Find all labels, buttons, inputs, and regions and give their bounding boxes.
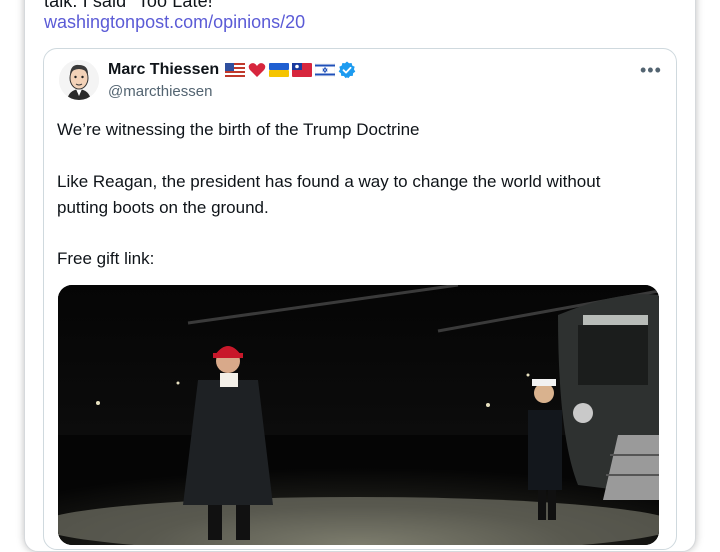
ukraine-flag-icon — [269, 63, 289, 77]
tweet-line-1: We’re witnessing the birth of the Trump … — [57, 120, 420, 139]
us-flag-icon — [225, 63, 245, 77]
red-heart-icon — [248, 63, 266, 77]
tweet-line-4: Free gift link: — [57, 249, 155, 268]
tweet-line-3: putting boots on the ground. — [57, 198, 269, 217]
author-name[interactable]: Marc Thiessen — [108, 61, 219, 79]
israel-flag-icon — [315, 63, 335, 77]
avatar-caricature-icon — [59, 60, 99, 100]
avatar[interactable] — [59, 60, 99, 100]
more-options-icon[interactable]: ••• — [640, 60, 662, 81]
tweet-media-image[interactable] — [58, 285, 659, 545]
photo-night-helicopter — [58, 285, 659, 545]
tweet-line-2: Like Reagan, the president has found a w… — [57, 172, 601, 191]
name-emoji-row — [225, 61, 356, 79]
verified-badge-icon — [338, 61, 356, 79]
article-link[interactable]: washingtonpost.com/opinions/20 — [44, 12, 305, 33]
taiwan-flag-icon — [292, 63, 312, 77]
author-handle[interactable]: @marcthiessen — [108, 83, 212, 100]
quote-text: talk. I said "Too Late!" — [44, 0, 220, 11]
